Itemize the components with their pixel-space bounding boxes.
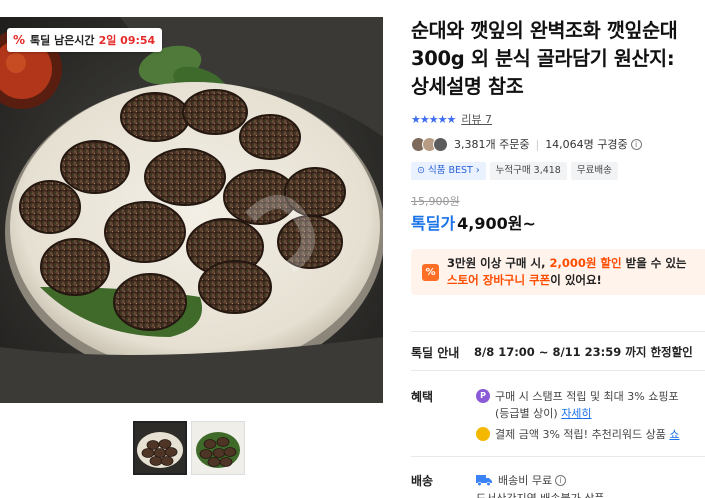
coupon-discount: 2,000원 할인 xyxy=(549,256,622,270)
thumbnail-2-image xyxy=(192,422,244,474)
divider xyxy=(411,331,705,332)
best-chip[interactable]: ⊙ 식품 BEST › xyxy=(411,162,486,180)
coin-icon xyxy=(476,427,490,441)
coupon-icon: % xyxy=(422,264,439,281)
free-shipping-chip: 무료배송 xyxy=(570,162,618,180)
divider xyxy=(411,370,705,371)
benefit-reward: 결제 금액 3% 적립! 추천리워드 상품 쇼 xyxy=(476,426,680,442)
coupon-text: 3만원 이상 구매 시, xyxy=(447,256,546,270)
rating-row: ★★★★★ 리뷰 7 xyxy=(411,111,705,127)
avatar xyxy=(433,136,448,152)
cumulative-purchase-chip: 누적구매 3,418 xyxy=(489,162,567,180)
original-price: 15,900원 xyxy=(411,195,460,208)
deal-info-value: 8/8 17:00 ~ 8/11 23:59 까지 한정할인 xyxy=(474,345,693,359)
thumbnail-strip xyxy=(133,421,245,475)
buyer-avatars xyxy=(411,136,448,152)
divider: | xyxy=(535,137,540,151)
star-rating-icon: ★★★★★ xyxy=(411,112,456,126)
store-coupon-banner[interactable]: % 3만원 이상 구매 시, 2,000원 할인 받을 수 있는 스토어 장바구… xyxy=(411,249,705,295)
shipping-fee: 배송비 무료 xyxy=(498,474,553,487)
deal-info-label: 톡딜 안내 xyxy=(411,346,460,360)
sundae-plate-photo xyxy=(0,17,383,403)
stats-row: 3,381개 주문중 | 14,064명 구경중 i xyxy=(411,135,705,153)
chip-row: ⊙ 식품 BEST › 누적구매 3,418 무료배송 xyxy=(411,162,705,180)
thumbnail-1[interactable] xyxy=(133,421,187,475)
benefit-label: 혜택 xyxy=(411,390,434,404)
benefit-stamp-text: 구매 시 스탬프 적립 및 최대 3% 쇼핑포 xyxy=(495,390,679,403)
info-icon[interactable]: i xyxy=(630,138,642,150)
shipping-label: 배송 xyxy=(411,474,434,488)
coupon-line-1: 3만원 이상 구매 시, 2,000원 할인 받을 수 있는 xyxy=(447,255,705,272)
product-main-image[interactable]: % 톡딜 남은시간 2일 09:54 xyxy=(0,17,383,403)
viewer-count: 14,064명 구경중 xyxy=(545,138,628,151)
benefit-stamp-sub: (등급별 상이) 자세히 xyxy=(495,405,592,421)
shipping-value: 배송비 무료 i xyxy=(476,472,567,488)
product-info: 순대와 깻잎의 완벽조화 깻잎순대300g 외 분식 골라담기 원산지: 상세설… xyxy=(411,17,705,295)
point-icon: P xyxy=(476,389,490,403)
deal-timer-time: 2일 09:54 xyxy=(98,34,156,47)
percent-icon: % xyxy=(12,33,26,47)
deal-price: 4,900원~ xyxy=(457,214,536,233)
divider xyxy=(411,456,705,457)
shipping-note: 도서산간지역 배송불가 상품 xyxy=(476,490,604,498)
order-count: 3,381개 주문중 xyxy=(454,138,530,151)
coupon-text: 이 있어요! xyxy=(550,273,602,287)
truck-icon xyxy=(476,474,492,486)
deal-price-label: 톡딜가 xyxy=(411,214,456,233)
coupon-line-2: 스토어 장바구니 쿠폰이 있어요! xyxy=(447,272,705,289)
benefit-stamp: P 구매 시 스탬프 적립 및 최대 3% 쇼핑포 xyxy=(476,388,679,404)
benefit-grade-note: (등급별 상이) xyxy=(495,407,558,420)
info-icon[interactable]: i xyxy=(555,474,567,486)
coupon-name: 스토어 장바구니 쿠폰 xyxy=(447,273,551,287)
deal-timer-label: 톡딜 남은시간 xyxy=(30,34,95,47)
benefit-reward-text: 결제 금액 3% 적립! 추천리워드 상품 xyxy=(495,428,666,441)
thumbnail-2[interactable] xyxy=(191,421,245,475)
thumbnail-1-image xyxy=(135,423,185,473)
review-count-link[interactable]: 리뷰 7 xyxy=(461,111,492,127)
deal-timer-badge: % 톡딜 남은시간 2일 09:54 xyxy=(7,28,163,52)
benefit-reward-link[interactable]: 쇼 xyxy=(669,426,679,442)
benefit-detail-link[interactable]: 자세히 xyxy=(561,407,591,420)
product-title: 순대와 깻잎의 완벽조화 깻잎순대300g 외 분식 골라담기 원산지: 상세설… xyxy=(411,19,678,98)
price-row: 톡딜가 4,900원~ xyxy=(411,210,705,234)
coupon-text: 받을 수 있는 xyxy=(625,256,687,270)
best-chip-label: 식품 BEST xyxy=(427,165,473,176)
